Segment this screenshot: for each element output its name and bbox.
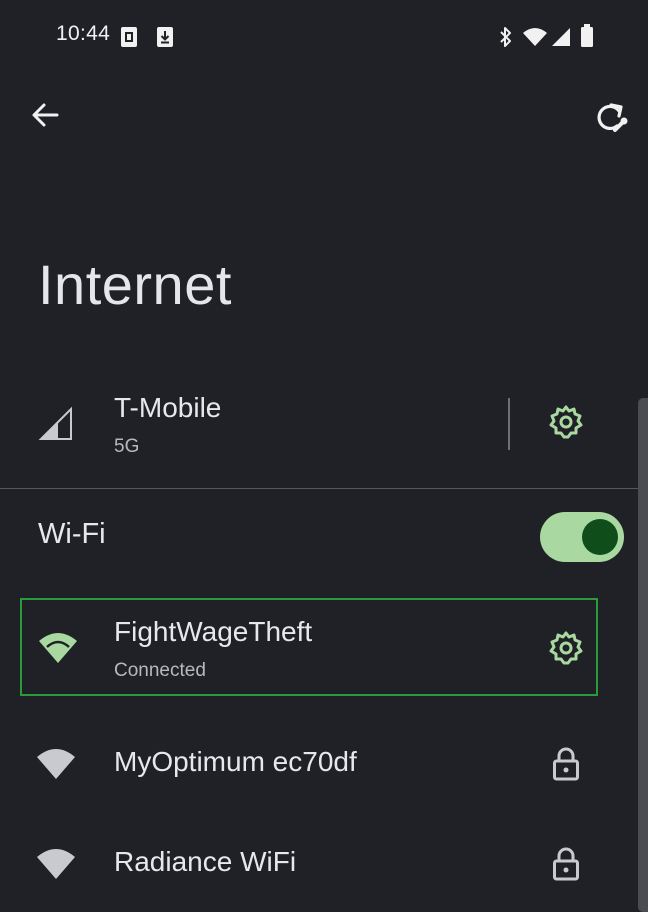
wifi-icon (34, 744, 78, 784)
page-title: Internet (38, 253, 232, 316)
network-status: Connected (114, 660, 206, 681)
wifi-toggle[interactable] (540, 512, 624, 562)
network-ssid: Radiance WiFi (114, 846, 297, 877)
carrier-name: T-Mobile (114, 392, 222, 423)
network-row[interactable]: MyOptimum ec70df (0, 716, 630, 816)
lock-icon (546, 844, 586, 884)
gear-icon (548, 404, 584, 445)
wifi-status-icon (522, 26, 548, 48)
signal-status-icon (550, 26, 572, 48)
download-icon (156, 26, 174, 48)
battery-icon (580, 24, 594, 48)
cell-signal-icon (36, 404, 76, 444)
sim-card-icon (120, 26, 138, 48)
network-ssid: MyOptimum ec70df (114, 746, 357, 777)
wifi-icon (36, 628, 80, 668)
gear-icon (548, 630, 584, 671)
arrow-back-icon (30, 100, 60, 135)
reset-network-icon (591, 99, 629, 142)
vertical-divider (508, 398, 510, 450)
back-button[interactable] (24, 96, 66, 138)
network-type: 5G (114, 436, 140, 457)
lock-icon (546, 744, 586, 784)
wifi-label: Wi-Fi (38, 518, 106, 550)
mobile-network-row[interactable]: T-Mobile 5G (0, 380, 500, 480)
toggle-knob (582, 519, 618, 555)
network-ssid: FightWageTheft (114, 616, 313, 647)
wifi-icon (34, 844, 78, 884)
network-row[interactable]: Radiance WiFi (0, 816, 630, 912)
network-row-connected[interactable]: FightWageTheft Connected (20, 598, 598, 696)
reset-network-button[interactable] (586, 96, 634, 144)
status-time: 10:44 (56, 22, 111, 45)
connected-network-settings-button[interactable] (544, 628, 588, 672)
scrollbar[interactable] (638, 398, 648, 912)
section-divider (0, 488, 648, 489)
bluetooth-icon (498, 26, 514, 48)
mobile-settings-button[interactable] (544, 402, 588, 446)
